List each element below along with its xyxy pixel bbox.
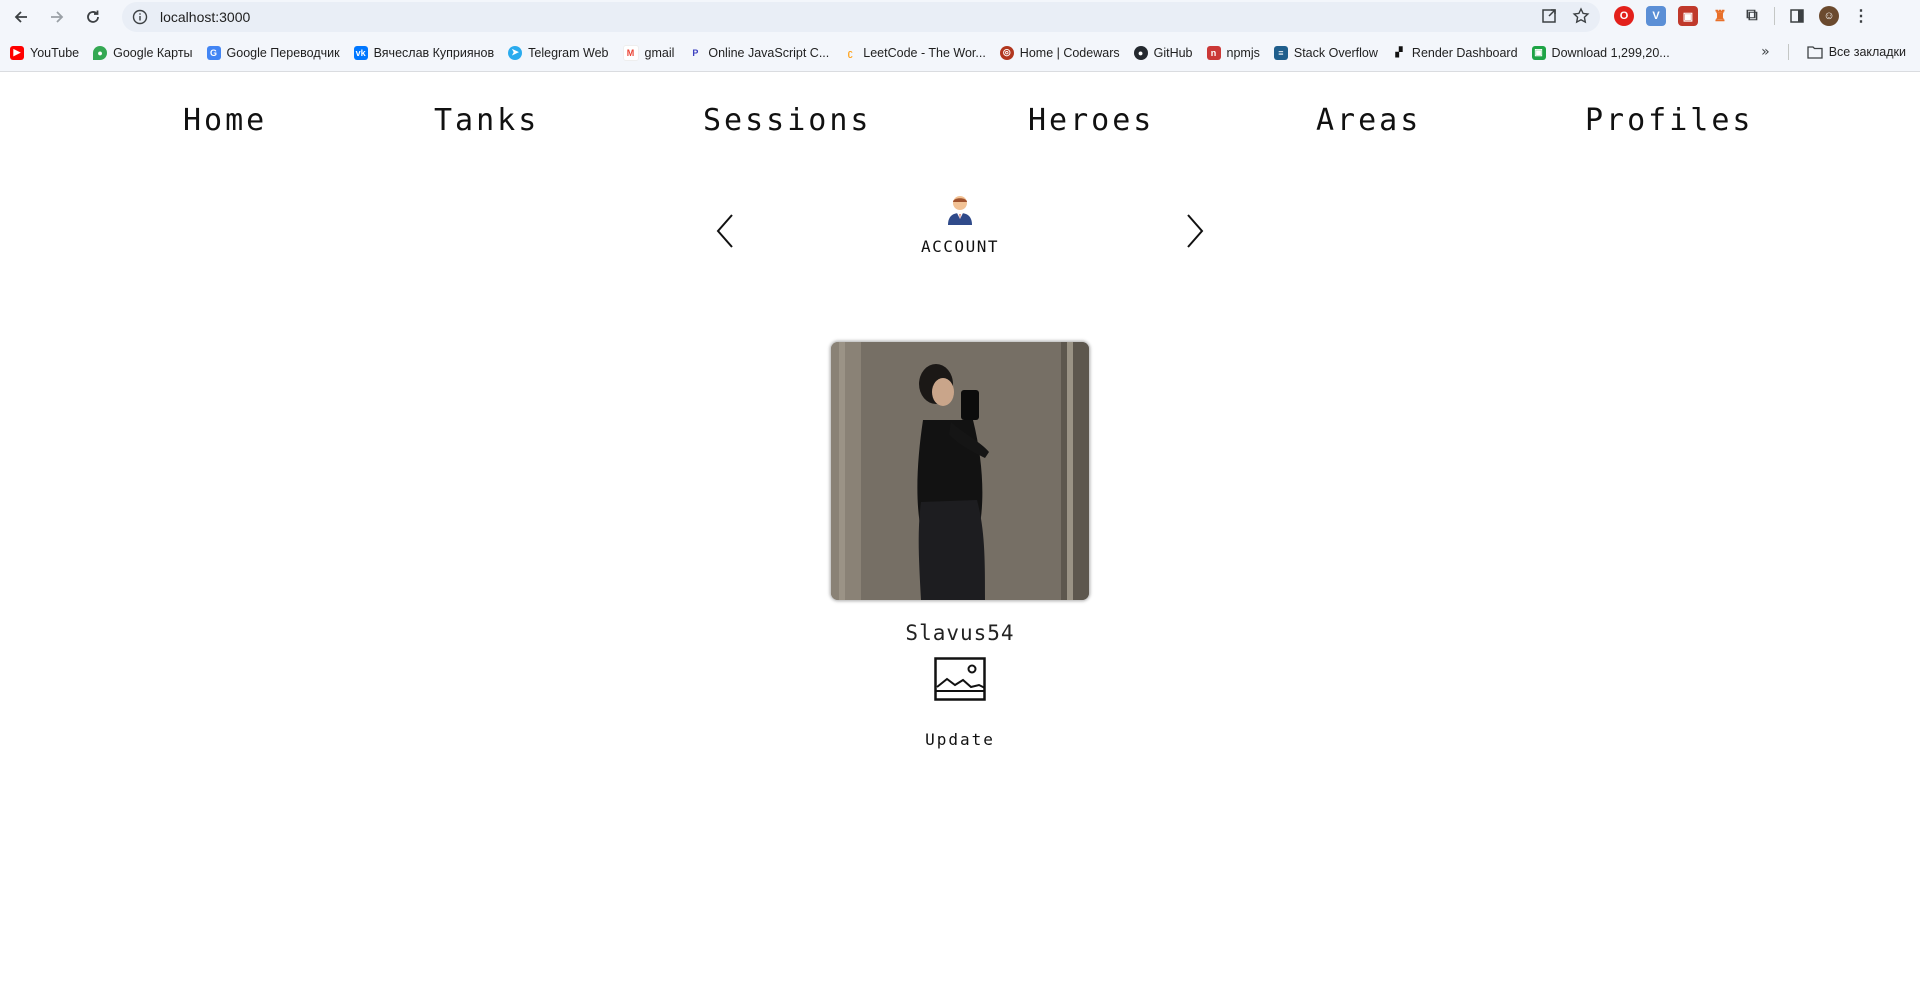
fox-extension-icon[interactable]: ♜ bbox=[1710, 6, 1730, 26]
codewars-icon: ◎ bbox=[999, 45, 1014, 60]
carousel-next-button[interactable] bbox=[1180, 211, 1210, 251]
gmail-icon: M bbox=[622, 44, 639, 61]
section-title: ACCOUNT bbox=[921, 237, 999, 256]
nav-heroes[interactable]: Heroes bbox=[1028, 103, 1154, 138]
bookmark-label: Google Переводчик bbox=[226, 45, 340, 60]
bookmark-label: Вячеслав Куприянов bbox=[373, 45, 495, 60]
profile-avatar[interactable]: ☺ bbox=[1819, 6, 1839, 26]
js-icon: P bbox=[688, 45, 703, 60]
youtube-icon: ▶ bbox=[10, 45, 24, 60]
bookmark-item[interactable]: ʗ LeetCode - The Wor... bbox=[843, 45, 986, 60]
stackoverflow-icon: ≡ bbox=[1273, 45, 1288, 60]
bookmark-label: gmail bbox=[644, 45, 675, 60]
bookmark-item[interactable]: ● GitHub bbox=[1133, 45, 1193, 60]
url-text[interactable]: localhost:3000 bbox=[160, 9, 250, 25]
google-maps-icon: ● bbox=[93, 45, 108, 60]
site-info-icon[interactable] bbox=[130, 7, 150, 27]
bookmark-item[interactable]: ▶ YouTube bbox=[10, 45, 80, 60]
bookmark-item[interactable]: vk Вячеслав Куприянов bbox=[353, 45, 495, 60]
extensions-puzzle-icon[interactable]: ⧉ bbox=[1742, 6, 1762, 26]
bookmark-label: GitHub bbox=[1153, 45, 1193, 60]
bookmarks-divider bbox=[1787, 44, 1789, 60]
page-content: Home Tanks Sessions Heroes Areas Profile… bbox=[0, 73, 1920, 990]
bookmark-item[interactable]: ▞ Render Dashboard bbox=[1391, 45, 1518, 60]
update-button[interactable]: Update bbox=[919, 729, 1001, 750]
render-icon: ▞ bbox=[1391, 45, 1406, 60]
profile-card: Slavus54 Update bbox=[830, 341, 1090, 750]
chevron-right-icon bbox=[1187, 214, 1204, 248]
nav-areas[interactable]: Areas bbox=[1316, 103, 1421, 138]
all-bookmarks-folder[interactable]: Все закладки bbox=[1807, 45, 1906, 59]
reload-icon bbox=[87, 10, 99, 23]
bookmark-label: Download 1,299,20... bbox=[1551, 45, 1670, 60]
side-panel-icon[interactable] bbox=[1787, 6, 1807, 26]
bookmark-label: Stack Overflow bbox=[1293, 45, 1378, 60]
bookmark-item[interactable]: Mgmail bbox=[622, 44, 675, 61]
reload-button[interactable] bbox=[76, 0, 110, 34]
star-icon[interactable] bbox=[1572, 7, 1590, 25]
username: Slavus54 bbox=[905, 621, 1015, 645]
screenshot-extension-icon[interactable]: ▣ bbox=[1678, 6, 1698, 26]
opera-adblock-extension-icon[interactable]: O bbox=[1614, 6, 1634, 26]
bookmark-item[interactable]: ▣ Download 1,299,20... bbox=[1531, 45, 1670, 60]
npm-icon: n bbox=[1206, 45, 1221, 60]
bookmark-label: Home | Codewars bbox=[1019, 45, 1120, 60]
leetcode-icon: ʗ bbox=[843, 45, 858, 60]
bookmark-label: Render Dashboard bbox=[1411, 45, 1518, 60]
arrow-right-icon bbox=[51, 11, 64, 23]
arrow-left-icon bbox=[14, 11, 27, 23]
bookmark-item[interactable]: ➤ Telegram Web bbox=[508, 45, 609, 60]
nav-tanks[interactable]: Tanks bbox=[434, 103, 539, 138]
bookmark-label: Google Карты bbox=[113, 45, 193, 60]
all-bookmarks-label: Все закладки bbox=[1828, 45, 1906, 59]
bookmark-label: npmjs bbox=[1226, 45, 1260, 60]
image-upload-icon[interactable] bbox=[934, 657, 986, 701]
profile-photo bbox=[830, 341, 1090, 601]
bookmark-item[interactable]: ≡ Stack Overflow bbox=[1273, 45, 1378, 60]
bookmark-label: Telegram Web bbox=[528, 45, 609, 60]
address-bar[interactable]: localhost:3000 bbox=[122, 2, 1600, 32]
more-bookmarks-chevron-icon[interactable]: » bbox=[1761, 44, 1770, 60]
google-translate-icon: G bbox=[206, 45, 221, 60]
folder-icon bbox=[1807, 46, 1823, 59]
toolbar-divider bbox=[1774, 7, 1775, 25]
bookmarks-bar: ▶ YouTube ● Google Карты G Google Переводчи… bbox=[0, 34, 1920, 72]
bookmark-label: YouTube bbox=[30, 45, 80, 60]
open-in-app-icon[interactable] bbox=[1540, 7, 1558, 25]
bookmark-item[interactable]: G Google Переводчик bbox=[206, 45, 340, 60]
telegram-icon: ➤ bbox=[508, 45, 523, 60]
businessman-emoji-icon bbox=[946, 193, 974, 225]
nav-sessions[interactable]: Sessions bbox=[703, 103, 872, 138]
nav-home[interactable]: Home bbox=[183, 103, 267, 138]
section-carousel: ACCOUNT bbox=[700, 193, 1220, 293]
vue-devtools-extension-icon[interactable]: V bbox=[1646, 6, 1666, 26]
bookmark-item[interactable]: P Online JavaScript C... bbox=[688, 45, 830, 60]
browser-toolbar: localhost:3000 O V ▣ ♜ ⧉ ☺ ⋮ bbox=[0, 0, 1920, 34]
bookmark-label: Online JavaScript C... bbox=[708, 45, 830, 60]
bookmark-item[interactable]: n npmjs bbox=[1206, 45, 1260, 60]
bookmark-item[interactable]: ◎ Home | Codewars bbox=[999, 45, 1120, 60]
bookmark-label: LeetCode - The Wor... bbox=[863, 45, 986, 60]
vk-icon: vk bbox=[353, 45, 368, 60]
download-icon: ▣ bbox=[1531, 45, 1546, 60]
main-navigation: Home Tanks Sessions Heroes Areas Profile… bbox=[0, 103, 1920, 151]
bookmark-item[interactable]: ● Google Карты bbox=[93, 45, 193, 60]
github-icon: ● bbox=[1133, 45, 1148, 60]
menu-kebab-icon[interactable]: ⋮ bbox=[1851, 6, 1871, 26]
forward-button[interactable] bbox=[40, 0, 74, 34]
nav-profiles[interactable]: Profiles bbox=[1585, 103, 1754, 138]
back-button[interactable] bbox=[4, 0, 38, 34]
